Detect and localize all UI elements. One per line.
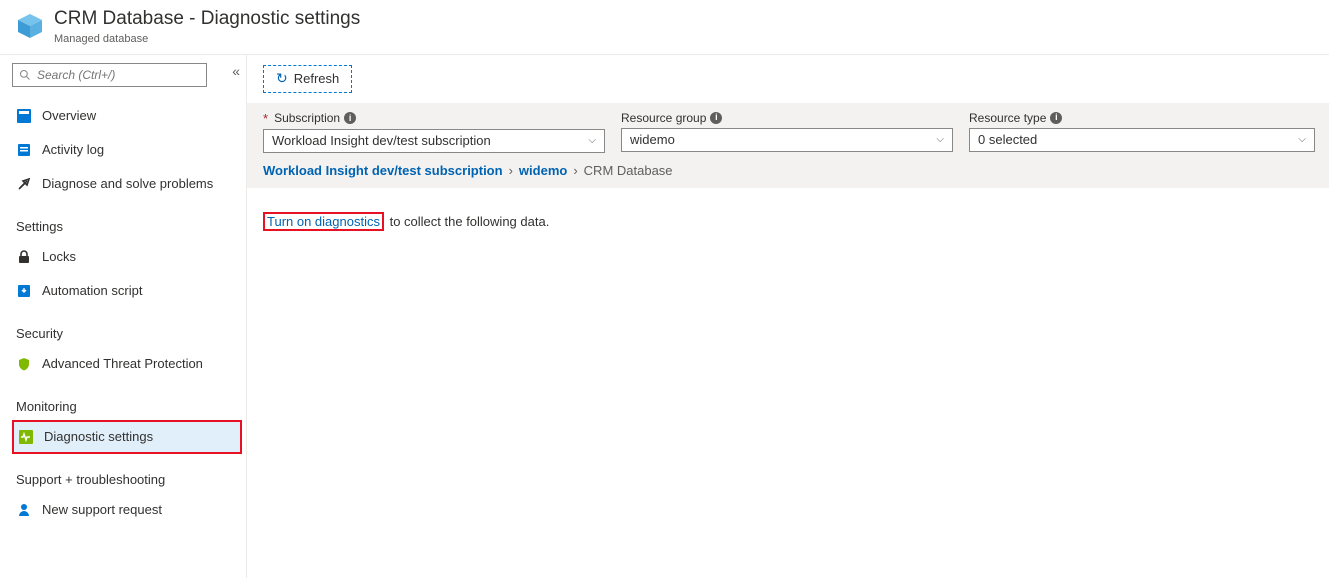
sidebar-item-activity-log[interactable]: Activity log (12, 133, 242, 167)
sidebar-item-new-support[interactable]: New support request (12, 493, 242, 527)
sidebar-section-settings: Settings (16, 219, 242, 234)
sidebar-item-label: Diagnose and solve problems (42, 176, 213, 191)
sidebar-item-label: Activity log (42, 142, 104, 157)
filter-label-text: Resource type (969, 111, 1046, 125)
chevron-down-icon: ⌵ (588, 135, 596, 146)
dropdown-value: 0 selected (978, 132, 1037, 147)
turn-on-diagnostics-link[interactable]: Turn on diagnostics (263, 212, 384, 231)
sidebar-item-label: Locks (42, 249, 76, 264)
page-subtitle: Managed database (54, 33, 360, 46)
refresh-icon: ↻ (276, 70, 288, 87)
subscription-dropdown[interactable]: Workload Insight dev/test subscription ⌵ (263, 129, 605, 153)
sidebar-item-advanced-threat[interactable]: Advanced Threat Protection (12, 347, 242, 381)
sidebar-item-overview[interactable]: Overview (12, 99, 242, 133)
sidebar-item-label: Automation script (42, 283, 142, 298)
filter-label-text: Subscription (274, 111, 340, 125)
sidebar: « Overview Activity log Diagnose and sol… (0, 55, 247, 578)
filter-subscription: * Subscription i Workload Insight dev/te… (263, 111, 605, 153)
resource-type-dropdown[interactable]: 0 selected ⌵ (969, 128, 1315, 152)
wrench-icon (16, 176, 32, 192)
breadcrumb-resource-group-link[interactable]: widemo (519, 163, 567, 178)
filter-resource-group: Resource group i widemo ⌵ (621, 111, 953, 153)
script-icon (16, 283, 32, 299)
lock-icon (16, 249, 32, 265)
dropdown-value: Workload Insight dev/test subscription (272, 133, 491, 148)
refresh-button[interactable]: ↻ Refresh (263, 65, 352, 93)
required-indicator: * (263, 111, 268, 126)
content-area: Turn on diagnostics to collect the follo… (247, 188, 1329, 255)
search-input[interactable] (31, 68, 200, 82)
search-icon (19, 69, 31, 81)
overview-icon (16, 108, 32, 124)
sidebar-section-security: Security (16, 326, 242, 341)
filter-label: Resource type i (969, 111, 1315, 125)
filter-bar: * Subscription i Workload Insight dev/te… (247, 103, 1329, 188)
sidebar-item-label: Overview (42, 108, 96, 123)
sidebar-item-automation[interactable]: Automation script (12, 274, 242, 308)
header-titles: CRM Database - Diagnostic settings Manag… (54, 8, 360, 46)
breadcrumb: Workload Insight dev/test subscription ›… (263, 163, 1315, 178)
filter-label-text: Resource group (621, 111, 706, 125)
breadcrumb-subscription-link[interactable]: Workload Insight dev/test subscription (263, 163, 503, 178)
page-title: CRM Database - Diagnostic settings (54, 8, 360, 31)
info-icon[interactable]: i (710, 112, 722, 124)
pulse-icon (18, 429, 34, 445)
cube-icon (16, 12, 44, 40)
chevron-down-icon: ⌵ (1298, 134, 1306, 145)
breadcrumb-separator: › (573, 163, 577, 178)
sidebar-section-monitoring: Monitoring (16, 399, 242, 414)
sidebar-item-label: New support request (42, 502, 162, 517)
breadcrumb-separator: › (509, 163, 513, 178)
breadcrumb-current: CRM Database (584, 163, 673, 178)
activity-log-icon (16, 142, 32, 158)
filter-label: Resource group i (621, 111, 953, 125)
filter-resource-type: Resource type i 0 selected ⌵ (969, 111, 1315, 153)
page-header: CRM Database - Diagnostic settings Manag… (0, 0, 1329, 55)
sidebar-item-diagnostic-settings[interactable]: Diagnostic settings (12, 420, 242, 454)
shield-icon (16, 356, 32, 372)
chevron-down-icon: ⌵ (936, 134, 944, 145)
toolbar: ↻ Refresh (247, 55, 1329, 103)
info-icon[interactable]: i (344, 112, 356, 124)
sidebar-item-diagnose[interactable]: Diagnose and solve problems (12, 167, 242, 201)
sidebar-item-label: Diagnostic settings (44, 429, 153, 444)
sidebar-item-label: Advanced Threat Protection (42, 356, 203, 371)
main-content: ↻ Refresh * Subscription i Workload Insi… (247, 55, 1329, 578)
turn-on-diagnostics-text: to collect the following data. (386, 214, 549, 229)
filter-label: * Subscription i (263, 111, 605, 126)
dropdown-value: widemo (630, 132, 675, 147)
search-input-wrapper[interactable] (12, 63, 207, 87)
resource-group-dropdown[interactable]: widemo ⌵ (621, 128, 953, 152)
collapse-sidebar-icon[interactable]: « (232, 63, 240, 79)
refresh-label: Refresh (294, 71, 340, 86)
info-icon[interactable]: i (1050, 112, 1062, 124)
support-icon (16, 502, 32, 518)
sidebar-item-locks[interactable]: Locks (12, 240, 242, 274)
sidebar-section-support: Support + troubleshooting (16, 472, 242, 487)
